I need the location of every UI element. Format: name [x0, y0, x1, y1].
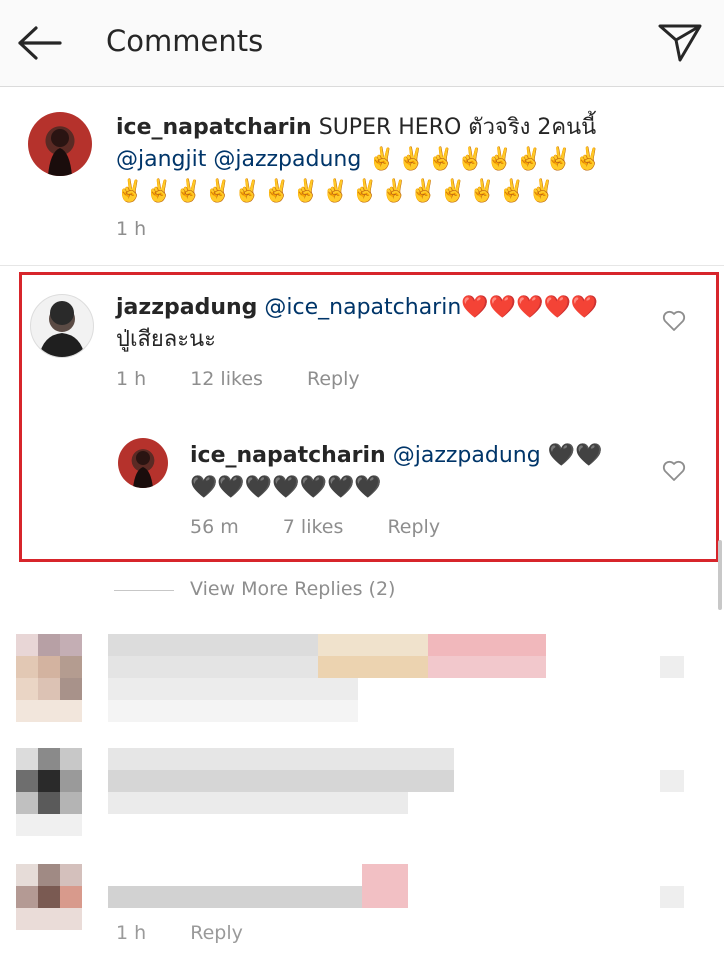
comment-meta: 1 h: [116, 218, 184, 240]
obscured-comment-meta: 1 h Reply: [116, 922, 281, 944]
avatar[interactable]: [30, 294, 94, 358]
back-arrow-icon[interactable]: [14, 22, 66, 64]
page-title: Comments: [106, 24, 264, 58]
likes-count[interactable]: 12 likes: [190, 368, 263, 390]
comment-username[interactable]: jazzpadung: [116, 295, 257, 320]
divider: [0, 265, 724, 266]
reply-button[interactable]: Reply: [190, 922, 243, 944]
paper-plane-icon[interactable]: [656, 20, 704, 64]
comment-body: jazzpadung @ice_napatcharin❤️❤️❤️❤️❤️ ปู…: [116, 292, 656, 356]
mention-link[interactable]: @ice_napatcharin: [264, 295, 461, 320]
comment-time: 1 h: [116, 368, 147, 390]
likes-count[interactable]: 7 likes: [283, 516, 344, 538]
comment-meta: 1 h 12 likes Reply: [116, 368, 398, 390]
reply-username[interactable]: ice_napatcharin: [190, 443, 386, 468]
peace-emoji-row: ✌️✌️✌️✌️✌️✌️✌️✌️: [368, 147, 604, 172]
comment-text: SUPER HERO ตัวจริง 2คนนี้: [318, 115, 597, 140]
obscured-comment: [0, 634, 724, 728]
view-more-divider: [114, 590, 174, 591]
reply-button[interactable]: Reply: [307, 368, 360, 390]
red-heart-emojis: ❤️❤️❤️❤️❤️: [461, 295, 599, 320]
obscured-comment: [0, 864, 724, 936]
comment-username[interactable]: ice_napatcharin: [116, 115, 312, 140]
avatar[interactable]: [28, 112, 92, 176]
comment-time: 1 h: [116, 922, 147, 944]
reply-body: ice_napatcharin @jazzpadung 🖤🖤 🖤🖤🖤🖤🖤🖤🖤: [190, 440, 650, 504]
mention-link[interactable]: @jangjit: [116, 147, 206, 172]
scrollbar[interactable]: [718, 540, 722, 610]
like-heart-icon[interactable]: [662, 310, 686, 332]
reply-time: 56 m: [190, 516, 239, 538]
reply-meta: 56 m 7 likes Reply: [190, 516, 478, 538]
black-heart-emojis: 🖤🖤: [547, 443, 603, 468]
reply-button[interactable]: Reply: [387, 516, 440, 538]
comment-body: ice_napatcharin SUPER HERO ตัวจริง 2คนนี…: [116, 112, 676, 208]
top-bar: Comments: [0, 0, 724, 87]
mention-link[interactable]: @jazzpadung: [393, 443, 541, 468]
comment-text: ปู่เสียละนะ: [116, 327, 216, 352]
like-heart-icon[interactable]: [662, 460, 686, 482]
comment-time: 1 h: [116, 218, 147, 240]
black-heart-emojis: 🖤🖤🖤🖤🖤🖤🖤: [190, 475, 382, 500]
obscured-comment: [0, 748, 724, 836]
mention-link[interactable]: @jazzpadung: [213, 147, 361, 172]
avatar[interactable]: [118, 438, 168, 488]
view-more-replies-link[interactable]: View More Replies (2): [190, 578, 395, 600]
peace-emoji-row: ✌️✌️✌️✌️✌️✌️✌️✌️✌️✌️✌️✌️✌️✌️✌️: [116, 179, 557, 204]
